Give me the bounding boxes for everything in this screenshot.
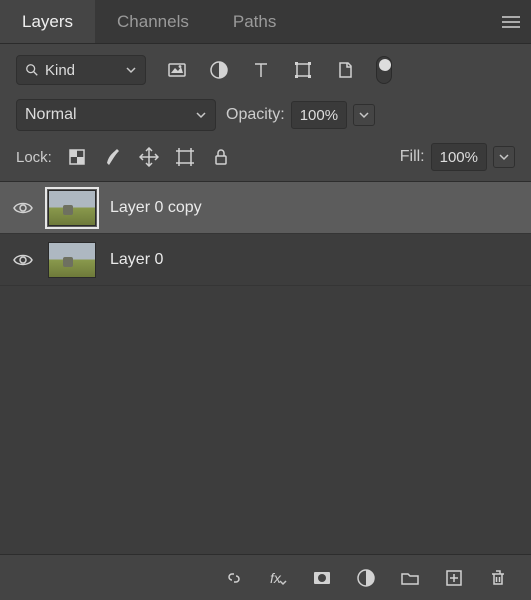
lock-row: Lock: Fill: 100% — [0, 141, 531, 181]
tab-paths-label: Paths — [233, 12, 276, 32]
tab-channels[interactable]: Channels — [95, 0, 211, 43]
adjustment-layer-icon[interactable] — [355, 567, 377, 589]
layer-thumbnail[interactable] — [48, 242, 96, 278]
layer-style-icon[interactable]: fx — [267, 567, 289, 589]
tab-channels-label: Channels — [117, 12, 189, 32]
panel-menu-button[interactable] — [491, 0, 531, 43]
lock-all-icon[interactable] — [210, 146, 232, 168]
layer-mask-icon[interactable] — [311, 567, 333, 589]
lock-label: Lock: — [16, 149, 52, 166]
opacity-label: Opacity: — [226, 106, 285, 124]
fill-slider-button[interactable] — [493, 146, 515, 168]
search-icon — [25, 63, 39, 77]
opacity-slider-button[interactable] — [353, 104, 375, 126]
filter-kind-select[interactable]: Kind — [16, 55, 146, 85]
link-layers-icon[interactable] — [223, 567, 245, 589]
panel-tabbar: Layers Channels Paths — [0, 0, 531, 44]
filter-pixel-icon[interactable] — [166, 59, 188, 81]
fill-value: 100% — [440, 149, 478, 166]
filter-row: Kind — [0, 44, 531, 95]
fill-label: Fill: — [400, 148, 425, 166]
filter-adjustment-icon[interactable] — [208, 59, 230, 81]
new-layer-icon[interactable] — [443, 567, 465, 589]
filter-smart-icon[interactable] — [334, 59, 356, 81]
delete-layer-icon[interactable] — [487, 567, 509, 589]
tab-layers-label: Layers — [22, 12, 73, 32]
svg-text:fx: fx — [270, 570, 282, 586]
lock-position-icon[interactable] — [138, 146, 160, 168]
filter-toggle[interactable] — [376, 56, 392, 84]
filter-shape-icon[interactable] — [292, 59, 314, 81]
layer-list: Layer 0 copy Layer 0 — [0, 181, 531, 554]
opacity-value: 100% — [300, 107, 338, 124]
layers-panel: Layers Channels Paths Kind — [0, 0, 531, 600]
blend-mode-select[interactable]: Normal — [16, 99, 216, 131]
visibility-toggle[interactable] — [12, 197, 34, 219]
panel-footer: fx — [0, 554, 531, 600]
layer-name-label: Layer 0 copy — [110, 199, 202, 217]
chevron-down-icon — [358, 109, 370, 121]
chevron-down-icon — [195, 109, 207, 121]
filter-kind-label: Kind — [45, 62, 119, 79]
layer-name-label: Layer 0 — [110, 251, 163, 269]
filter-type-icon[interactable] — [250, 59, 272, 81]
group-icon[interactable] — [399, 567, 421, 589]
layer-row[interactable]: Layer 0 — [0, 234, 531, 286]
lock-artboard-icon[interactable] — [174, 146, 196, 168]
lock-transparent-icon[interactable] — [66, 146, 88, 168]
tab-paths[interactable]: Paths — [211, 0, 298, 43]
layer-thumbnail[interactable] — [48, 190, 96, 226]
visibility-toggle[interactable] — [12, 249, 34, 271]
chevron-down-icon — [498, 151, 510, 163]
tab-layers[interactable]: Layers — [0, 0, 95, 43]
opacity-input[interactable]: 100% — [291, 101, 347, 129]
blend-row: Normal Opacity: 100% — [0, 95, 531, 141]
fill-input[interactable]: 100% — [431, 143, 487, 171]
layer-row[interactable]: Layer 0 copy — [0, 182, 531, 234]
chevron-down-icon — [125, 64, 137, 76]
lock-image-icon[interactable] — [102, 146, 124, 168]
blend-mode-label: Normal — [25, 106, 189, 124]
